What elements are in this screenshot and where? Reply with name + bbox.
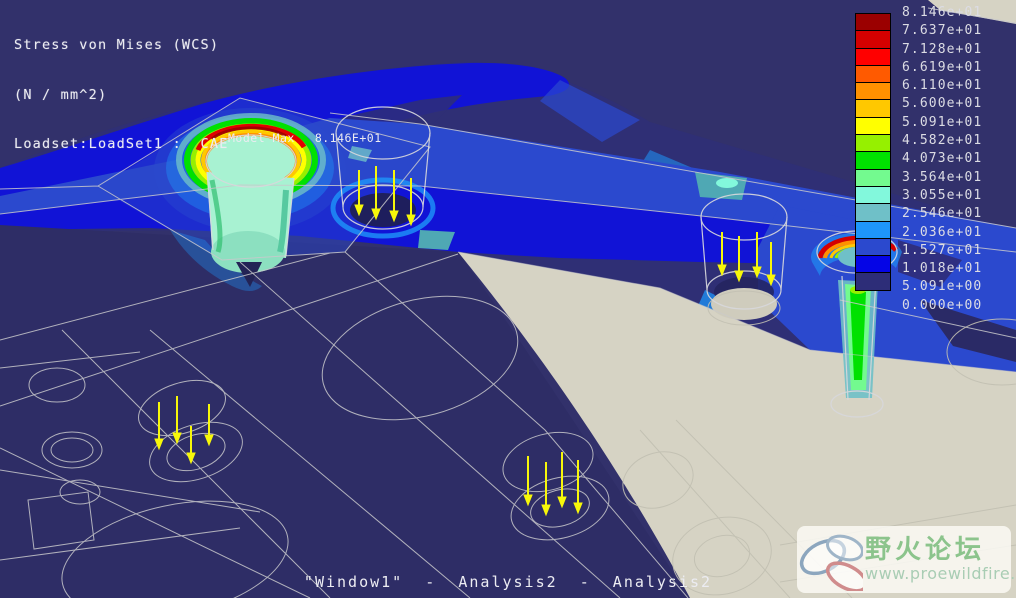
legend-color-cell	[855, 13, 891, 32]
legend-value-label: 3.564e+01	[902, 169, 983, 185]
legend-value-label: 5.600e+01	[902, 96, 983, 112]
model-max-label: Model Max	[228, 131, 295, 145]
result-loadset: Loadset:LoadSet1 : CAE	[14, 136, 229, 152]
cae-results-viewport[interactable]: Stress von Mises (WCS) (N / mm^2) Loadse…	[0, 0, 1016, 598]
model-max-value: 8.146E+01	[314, 131, 382, 145]
legend-color-cell	[855, 30, 891, 49]
legend-color-cell	[855, 220, 891, 239]
legend-color-cell	[855, 116, 891, 136]
watermark-forum-name: 野火论坛	[865, 534, 986, 565]
legend-color-cell	[855, 203, 891, 222]
legend-labels: 8.146e+01 7.637e+01 7.128e+01 6.619e+01 6.11…	[902, 4, 982, 315]
legend-color-cell	[855, 82, 891, 101]
legend-value-label: 7.637e+01	[902, 23, 983, 39]
legend-value-label: 0.000e+00	[902, 297, 983, 313]
legend-value-label: 2.546e+01	[902, 206, 983, 222]
legend-color-cell	[855, 237, 891, 257]
legend-color-cell	[855, 64, 891, 84]
legend-swatches	[855, 13, 891, 291]
legend-value-label: 6.619e+01	[902, 59, 983, 75]
result-units: (N / mm^2)	[14, 86, 108, 103]
legend-value-label: 4.073e+01	[902, 151, 983, 167]
result-title-block: Stress von Mises (WCS) (N / mm^2) Loadse…	[14, 4, 229, 169]
legend-color-cell	[855, 272, 891, 291]
legend-value-label: 7.128e+01	[902, 41, 983, 57]
butterfly-logo-icon	[799, 534, 863, 591]
legend-value-label: 1.527e+01	[902, 242, 983, 258]
watermark-panel: 野火论坛 www.proewildfire.cn	[797, 526, 1016, 593]
legend-value-label: 5.091e+01	[902, 114, 983, 130]
legend-color-cell	[855, 185, 891, 205]
model-max-annotation: Model Max 8.146E+01	[228, 131, 382, 145]
legend-value-label: 2.036e+01	[902, 224, 983, 240]
legend-value-label: 6.110e+01	[902, 78, 983, 94]
legend-color-cell	[855, 99, 891, 118]
legend-color-cell	[855, 168, 891, 187]
watermark-url: www.proewildfire.cn	[865, 563, 1016, 583]
result-title: Stress von Mises (WCS)	[14, 37, 220, 53]
legend-color-cell	[855, 134, 891, 153]
legend-value-label: 3.055e+01	[902, 187, 983, 203]
legend-value-label: 1.018e+01	[902, 261, 983, 277]
legend-color-cell	[855, 255, 891, 274]
legend-value-label: 5.091e+00	[902, 279, 983, 295]
legend-value-label: 8.146e+01	[902, 5, 983, 20]
legend-color-cell	[855, 47, 891, 66]
legend-color-cell	[855, 151, 891, 170]
legend-value-label: 4.582e+01	[902, 133, 983, 149]
